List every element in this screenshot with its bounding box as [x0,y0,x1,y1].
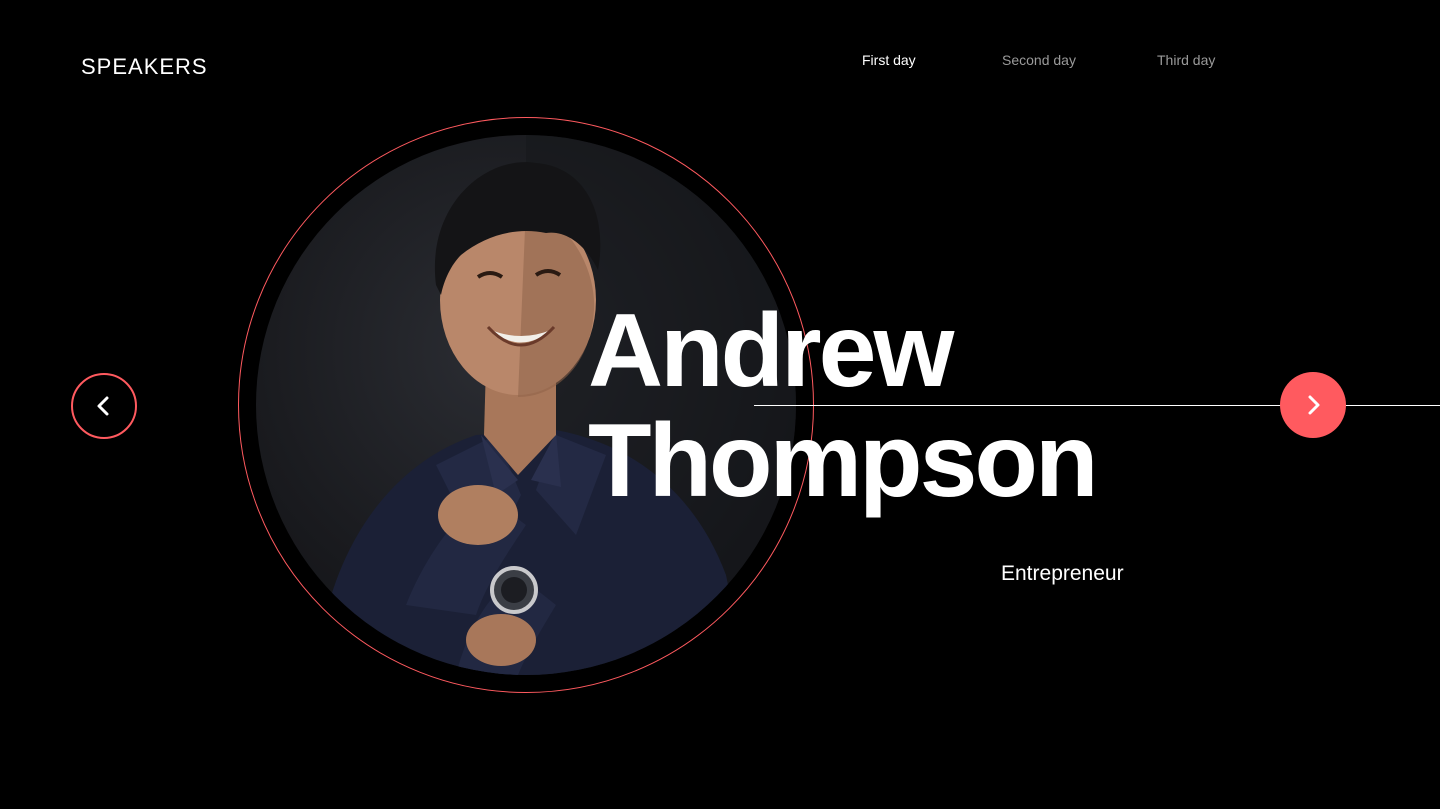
previous-speaker-button[interactable] [71,373,137,439]
speakers-page: SPEAKERS First day Second day Third day [0,0,1440,809]
tab-second-day[interactable]: Second day [1002,52,1076,68]
speaker-first-name: Andrew [588,293,954,409]
tab-first-day[interactable]: First day [862,52,916,68]
chevron-right-icon [1308,395,1320,415]
next-speaker-button[interactable] [1280,372,1346,438]
speaker-name: Andrew Thompson [588,293,1098,519]
tab-third-day[interactable]: Third day [1157,52,1215,68]
chevron-left-icon [97,396,109,416]
speaker-role: Entrepreneur [1001,562,1124,585]
day-tabs: First day Second day Third day [0,52,1440,72]
speaker-last-name: Thompson [588,403,1098,519]
